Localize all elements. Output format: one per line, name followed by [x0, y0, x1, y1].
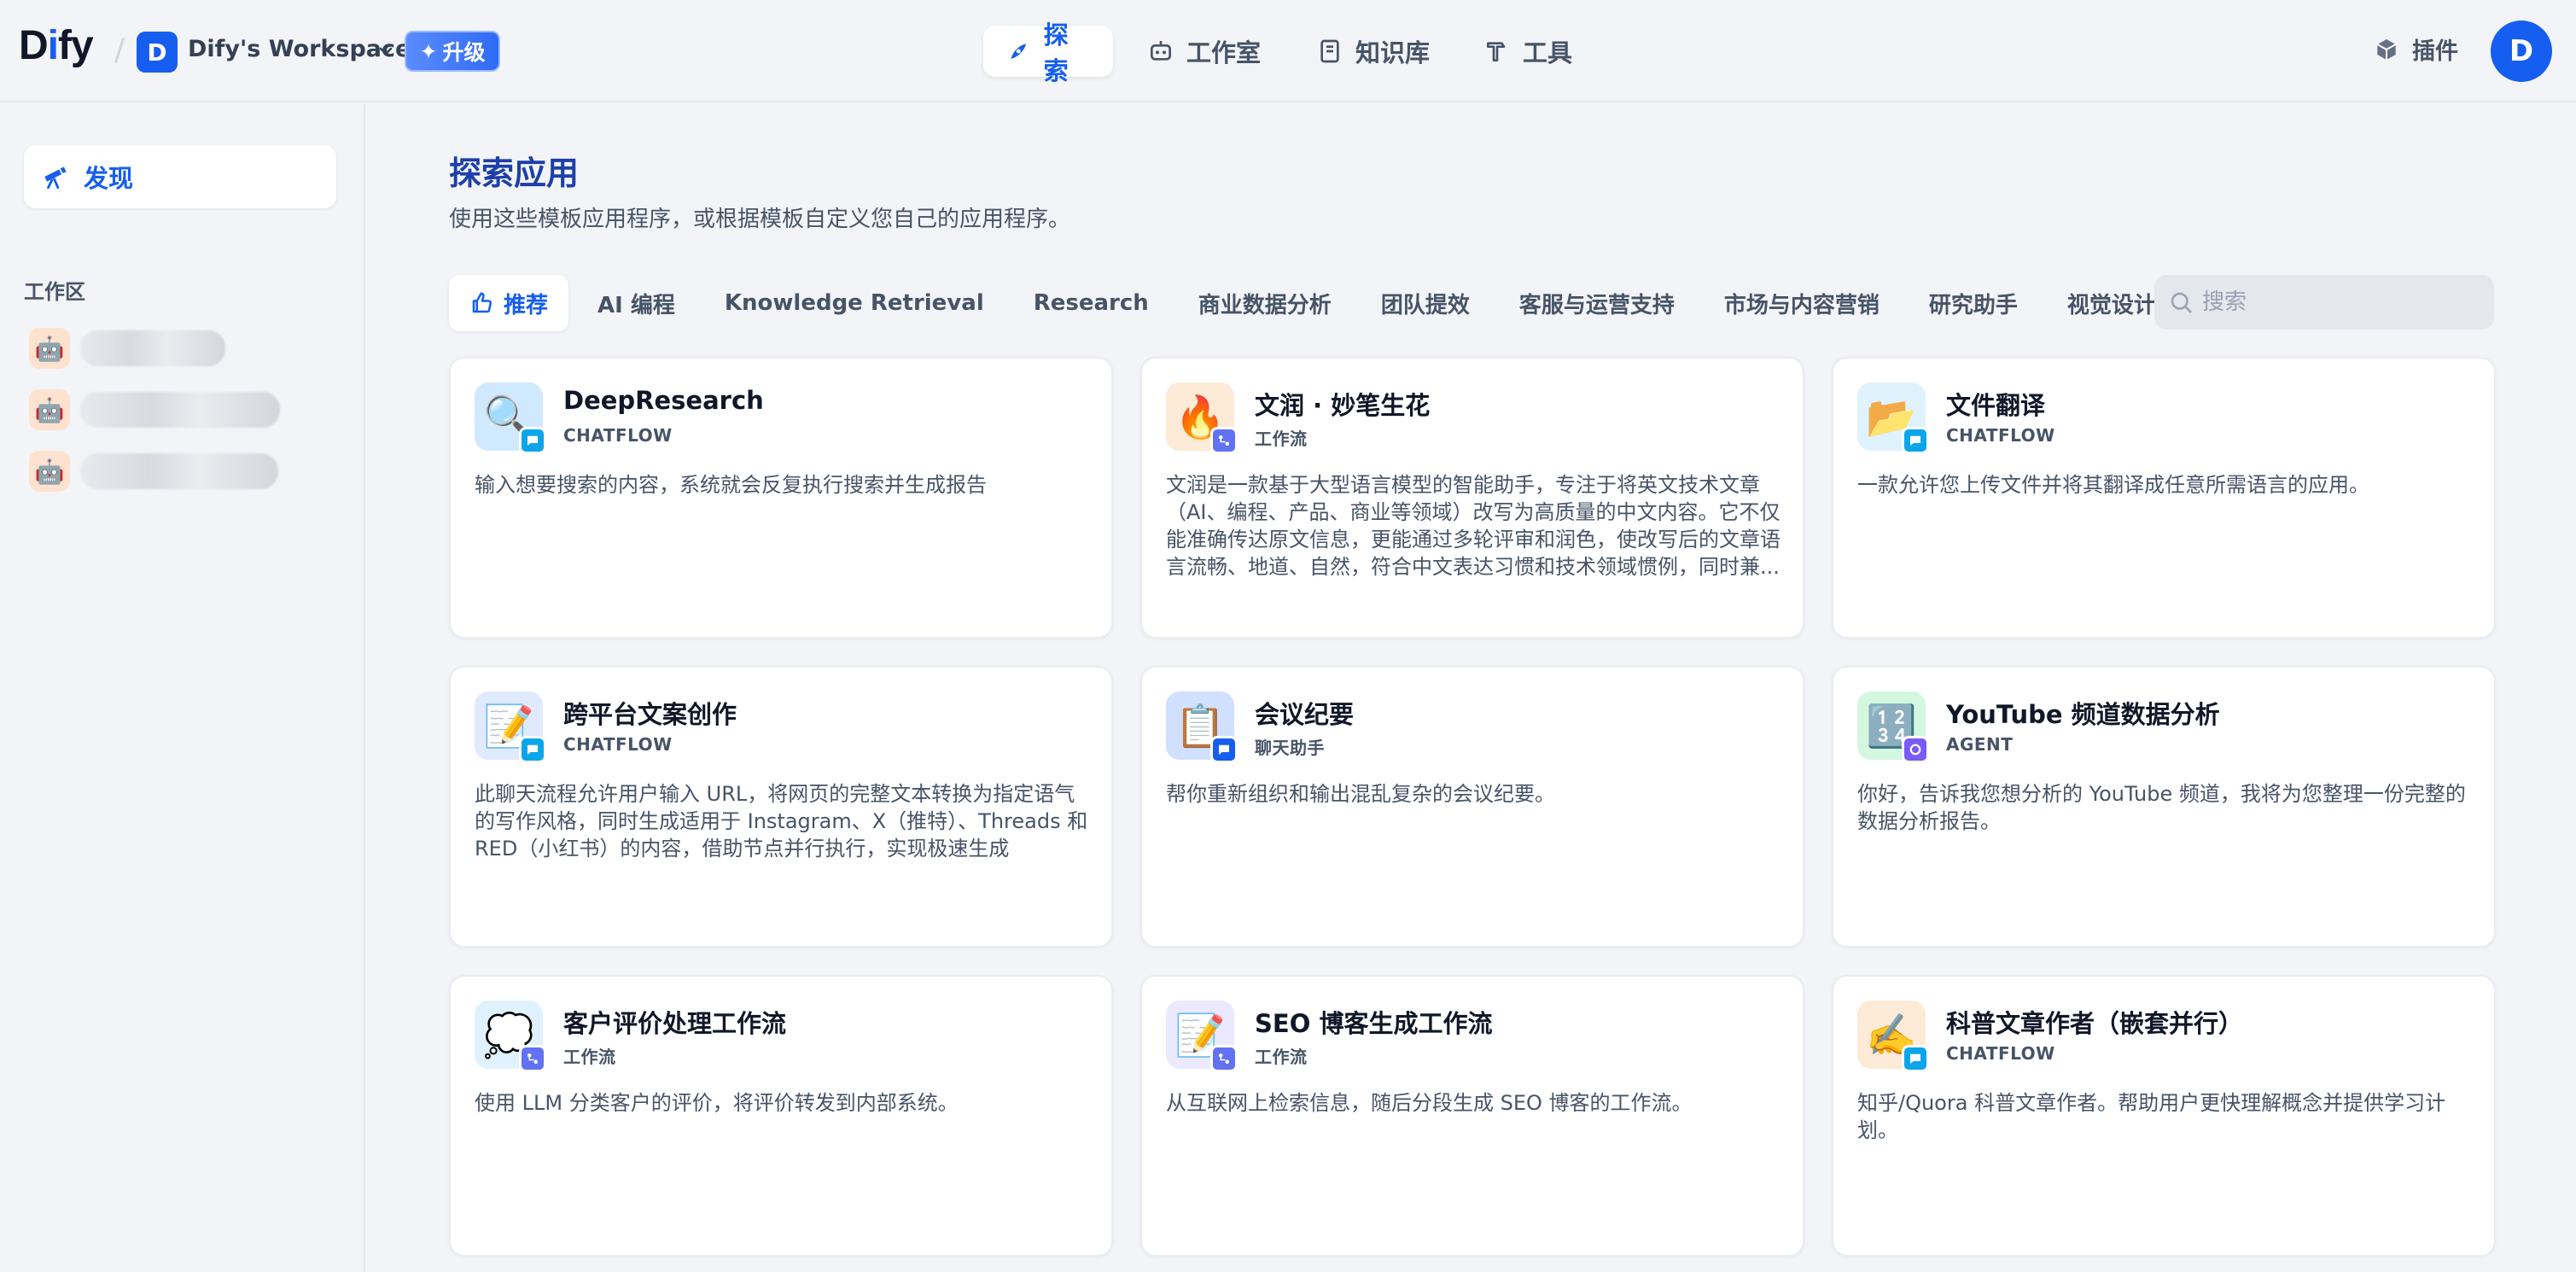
app-card[interactable]: 🔍 DeepResearch CHATFLOW 输入想要搜索的内容，系统就会反复… — [449, 357, 1113, 639]
workspace-app-item[interactable]: 🤖 — [29, 447, 336, 495]
app-description: 此聊天流程允许用户输入 URL，将网页的完整文本转换为指定语气的写作风格，同时生… — [475, 782, 1088, 861]
app-description: 知乎/Quora 科普文章作者。帮助用户更快理解概念并提供学习计划。 — [1857, 1091, 2446, 1142]
app-type-badge-icon — [519, 427, 546, 454]
tab-recommended[interactable]: 推荐 — [449, 275, 569, 331]
app-name: 文润 · 妙笔生花 — [1255, 391, 1431, 420]
app-type: CHATFLOW — [563, 425, 673, 446]
app-card[interactable]: 📋 会议纪要 聊天助手 帮你重新组织和输出混乱复杂的会议纪要。 — [1140, 666, 1804, 948]
workspace-section-label: 工作区 — [24, 280, 85, 304]
tab-research[interactable]: Research — [1013, 275, 1169, 331]
tab-team-productivity[interactable]: 团队提效 — [1361, 275, 1490, 331]
tab-business-analytics[interactable]: 商业数据分析 — [1178, 275, 1352, 331]
chevron-down-icon[interactable] — [376, 41, 396, 61]
robot-icon — [1151, 41, 1171, 61]
app-type: 工作流 — [563, 1047, 616, 1067]
workspace-app-item[interactable]: 🤖 — [29, 324, 336, 372]
app-type: 工作流 — [1255, 1047, 1308, 1067]
plugins-button[interactable]: 插件 — [2373, 32, 2458, 66]
app-type-badge-icon — [1210, 1045, 1238, 1072]
user-avatar[interactable]: D — [2491, 20, 2552, 82]
app-name: 文件翻译 — [1946, 391, 2046, 420]
nav-knowledge[interactable]: 知识库 — [1294, 26, 1452, 77]
book-icon — [1320, 39, 1339, 63]
app-name: SEO 博客生成工作流 — [1255, 1009, 1493, 1038]
app-description: 使用 LLM 分类客户的评价，将评价转发到内部系统。 — [475, 1091, 959, 1115]
search-box[interactable] — [2154, 275, 2494, 330]
app-card[interactable]: 🔥 文润 · 妙笔生花 工作流 文润是一款基于大型语言模型的智能助手，专注于将英… — [1140, 357, 1804, 639]
app-description: 帮你重新组织和输出混乱复杂的会议纪要。 — [1166, 782, 1555, 806]
app-description: 从互联网上检索信息，随后分段生成 SEO 博客的工作流。 — [1166, 1091, 1693, 1115]
app-description: 文润是一款基于大型语言模型的智能助手，专注于将英文技术文章（AI、编程、产品、商… — [1166, 473, 1780, 579]
sparkle-icon: ✦ — [419, 38, 438, 64]
page-subtitle: 使用这些模板应用程序，或根据模板自定义您自己的应用程序。 — [449, 207, 1071, 232]
app-type: CHATFLOW — [563, 734, 673, 755]
workspace-avatar[interactable]: D — [137, 32, 178, 73]
telescope-icon — [44, 166, 67, 190]
blurred-app-name — [80, 330, 225, 366]
sidebar: 发现 工作区 🤖 🤖 🤖 — [0, 104, 365, 1272]
app-type: CHATFLOW — [1946, 425, 2055, 446]
app-card[interactable]: ✍️ 科普文章作者（嵌套并行） CHATFLOW 知乎/Quora 科普文章作者… — [1832, 975, 2496, 1257]
hammer-icon — [1487, 42, 1506, 61]
robot-icon: 🤖 — [29, 389, 70, 430]
blurred-app-name — [80, 453, 278, 489]
tab-customer-support[interactable]: 客服与运营支持 — [1499, 275, 1695, 331]
category-tabs: 推荐 AI 编程 Knowledge Retrieval Research 商业… — [449, 275, 2185, 331]
search-icon — [2171, 292, 2192, 313]
tab-knowledge-retrieval[interactable]: Knowledge Retrieval — [704, 275, 1005, 331]
main-content: 探索应用 使用这些模板应用程序，或根据模板自定义您自己的应用程序。 推荐 AI … — [367, 104, 2576, 1272]
app-card[interactable]: 📝 SEO 博客生成工作流 工作流 从互联网上检索信息，随后分段生成 SEO 博… — [1140, 975, 1804, 1257]
app-name: 会议纪要 — [1255, 700, 1355, 729]
robot-icon: 🤖 — [29, 451, 70, 492]
tab-research-assistant[interactable]: 研究助手 — [1909, 275, 2038, 331]
app-type-badge-icon — [1902, 427, 1929, 454]
app-description: 输入想要搜索的内容，系统就会反复执行搜索并生成报告 — [475, 473, 987, 497]
app-card[interactable]: 📝 跨平台文案创作 CHATFLOW 此聊天流程允许用户输入 URL，将网页的完… — [449, 666, 1113, 948]
app-name: DeepResearch — [563, 386, 764, 415]
tab-ai-coding[interactable]: AI 编程 — [577, 275, 696, 331]
app-description: 你好，告诉我您想分析的 YouTube 频道，我将为您整理一份完整的数据分析报告… — [1857, 782, 2466, 833]
app-type-badge-icon — [1902, 736, 1929, 763]
app-description: 一款允许您上传文件并将其翻译成任意所需语言的应用。 — [1857, 473, 2369, 497]
app-card[interactable]: 🔢 YouTube 频道数据分析 AGENT 你好，告诉我您想分析的 YouTu… — [1832, 666, 2496, 948]
blurred-app-name — [80, 392, 280, 428]
app-card[interactable]: 📂 文件翻译 CHATFLOW 一款允许您上传文件并将其翻译成任意所需语言的应用… — [1832, 357, 2496, 639]
nav-studio[interactable]: 工作室 — [1125, 26, 1283, 77]
app-type-badge-icon — [1210, 736, 1238, 763]
app-name: YouTube 频道数据分析 — [1946, 700, 2220, 729]
dify-logo[interactable]: Dify — [19, 22, 94, 69]
app-type-badge-icon — [1210, 427, 1238, 454]
page-title: 探索应用 — [449, 155, 580, 192]
app-name: 科普文章作者（嵌套并行） — [1946, 1009, 2244, 1038]
app-type: 工作流 — [1255, 429, 1308, 449]
robot-icon: 🤖 — [29, 328, 70, 369]
top-bar: Dify / D Dify's Workspace ✦ 升级 探索 工作室 知识… — [0, 0, 2576, 102]
app-type: 聊天助手 — [1255, 738, 1325, 758]
nav-explore[interactable]: 探索 — [983, 20, 1113, 85]
tab-marketing[interactable]: 市场与内容营销 — [1704, 275, 1900, 331]
nav-tools[interactable]: 工具 — [1461, 26, 1594, 77]
logo-separator: / — [114, 32, 125, 67]
thumbs-up-icon — [472, 292, 492, 313]
app-name: 客户评价处理工作流 — [563, 1009, 787, 1038]
upgrade-button[interactable]: ✦ 升级 — [405, 31, 500, 72]
app-type: AGENT — [1946, 734, 2014, 755]
app-type: CHATFLOW — [1946, 1043, 2055, 1064]
cube-icon — [2376, 38, 2397, 60]
app-name: 跨平台文案创作 — [563, 700, 737, 729]
app-card[interactable]: 💭 客户评价处理工作流 工作流 使用 LLM 分类客户的评价，将评价转发到内部系… — [449, 975, 1113, 1257]
workspace-app-item[interactable]: 🤖 — [29, 386, 336, 434]
sidebar-item-discover[interactable]: 发现 — [24, 145, 336, 208]
app-type-badge-icon — [1902, 1045, 1929, 1072]
explore-icon — [1011, 44, 1027, 59]
app-type-badge-icon — [519, 736, 546, 763]
search-input[interactable] — [2202, 289, 2484, 315]
app-type-badge-icon — [519, 1045, 546, 1072]
